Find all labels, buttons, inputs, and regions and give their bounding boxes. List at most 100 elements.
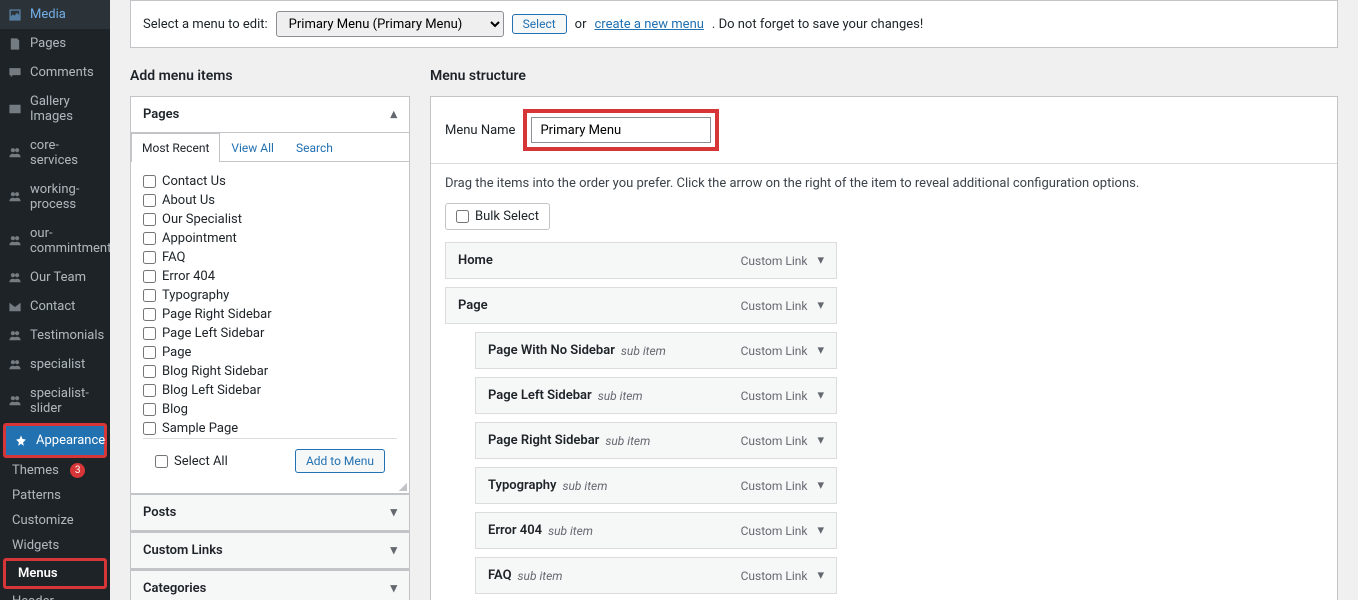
sidebar-item-media[interactable]: Media	[0, 0, 110, 29]
page-checkbox-row[interactable]: Sample Page	[143, 419, 397, 438]
page-checkbox[interactable]	[143, 251, 156, 264]
page-checkbox[interactable]	[143, 289, 156, 302]
sidebar-sub-label: Patterns	[12, 488, 61, 503]
menu-item[interactable]: PageCustom Link▾	[445, 287, 837, 324]
page-checkbox[interactable]	[143, 194, 156, 207]
page-checkbox-row[interactable]: Page Left Sidebar	[143, 324, 397, 343]
menu-item[interactable]: Typographysub itemCustom Link▾	[475, 467, 837, 504]
chevron-down-icon[interactable]: ▾	[817, 253, 824, 268]
structure-note: Drag the items into the order you prefer…	[431, 164, 1337, 203]
sub-item-label: sub item	[518, 569, 563, 583]
pages-panel-header[interactable]: Pages▴	[131, 97, 409, 133]
menu-item-type: Custom Link	[741, 524, 808, 538]
posts-panel-header[interactable]: Posts▾	[131, 495, 409, 531]
users-icon	[8, 358, 22, 372]
bulk-select[interactable]: Bulk Select	[445, 203, 550, 230]
sidebar-item-comments[interactable]: Comments	[0, 58, 110, 87]
chevron-down-icon[interactable]: ▾	[817, 298, 824, 313]
chevron-down-icon[interactable]: ▾	[817, 388, 824, 403]
tab-viewall[interactable]: View All	[220, 133, 285, 162]
sidebar-label: Testimonials	[30, 328, 104, 343]
page-checkbox[interactable]	[143, 403, 156, 416]
panel-title: Custom Links	[143, 543, 223, 558]
sidebar-sub-label: Themes	[12, 463, 59, 478]
select-all-row[interactable]: Select All	[155, 452, 228, 471]
structure-heading: Menu structure	[430, 68, 1338, 84]
page-checkbox-row[interactable]: About Us	[143, 191, 397, 210]
menu-item[interactable]: Error 404sub itemCustom Link▾	[475, 512, 837, 549]
page-checkbox-row[interactable]: Blog Left Sidebar	[143, 381, 397, 400]
menu-item[interactable]: FAQsub itemCustom Link▾	[475, 557, 837, 594]
create-menu-link[interactable]: create a new menu	[594, 17, 703, 32]
tab-recent[interactable]: Most Recent	[131, 133, 220, 162]
users-icon	[8, 146, 22, 160]
page-label: Page Left Sidebar	[162, 326, 264, 341]
page-label: Error 404	[162, 269, 215, 284]
custom-links-header[interactable]: Custom Links▾	[131, 533, 409, 569]
select-all-checkbox[interactable]	[155, 455, 168, 468]
sidebar-item-pages[interactable]: Pages	[0, 29, 110, 58]
page-checkbox-row[interactable]: Contact Us	[143, 172, 397, 191]
select-button[interactable]: Select	[512, 14, 567, 34]
chevron-down-icon[interactable]: ▾	[817, 343, 824, 358]
tab-search[interactable]: Search	[285, 133, 344, 162]
page-checkbox[interactable]	[143, 175, 156, 188]
sidebar-sub-label: Widgets	[12, 538, 59, 553]
sidebar-item-team[interactable]: Our Team	[0, 263, 110, 292]
sidebar-item-testimonials[interactable]: Testimonials	[0, 321, 110, 350]
panel-title: Categories	[143, 581, 206, 596]
chevron-up-icon: ▴	[390, 107, 397, 122]
menu-item[interactable]: Page Left Sidebarsub itemCustom Link▾	[475, 377, 837, 414]
bulk-checkbox[interactable]	[456, 210, 469, 223]
page-checkbox[interactable]	[143, 232, 156, 245]
page-checkbox-row[interactable]: FAQ	[143, 248, 397, 267]
sidebar-item-specialist-slider[interactable]: specialist-slider	[0, 379, 110, 423]
page-checkbox[interactable]	[143, 308, 156, 321]
add-to-menu-button[interactable]: Add to Menu	[295, 449, 385, 473]
page-checkbox[interactable]	[143, 422, 156, 435]
sidebar-item-commitment[interactable]: our-commintment	[0, 219, 110, 263]
page-checkbox[interactable]	[143, 327, 156, 340]
page-checkbox[interactable]	[143, 270, 156, 283]
sidebar-item-gallery[interactable]: Gallery Images	[0, 87, 110, 131]
sidebar-item-core-services[interactable]: core-services	[0, 131, 110, 175]
sidebar-sub-widgets[interactable]: Widgets	[0, 533, 110, 558]
page-label: About Us	[162, 193, 215, 208]
users-icon	[8, 271, 22, 285]
menu-item[interactable]: HomeCustom Link▾	[445, 242, 837, 279]
categories-header[interactable]: Categories▾	[131, 571, 409, 600]
page-checkbox-row[interactable]: Appointment	[143, 229, 397, 248]
page-checkbox-row[interactable]: Page	[143, 343, 397, 362]
page-checkbox-row[interactable]: Our Specialist	[143, 210, 397, 229]
sidebar-item-working-process[interactable]: working-process	[0, 175, 110, 219]
sidebar-sub-themes[interactable]: Themes3	[0, 458, 110, 483]
page-checkbox[interactable]	[143, 384, 156, 397]
page-label: Page Right Sidebar	[162, 307, 272, 322]
sidebar-sub-menus[interactable]: Menus	[6, 561, 104, 586]
page-checkbox[interactable]	[143, 365, 156, 378]
menu-select[interactable]: Primary Menu (Primary Menu)	[276, 11, 504, 37]
menu-name-input[interactable]	[531, 117, 711, 143]
sub-item-label: sub item	[548, 524, 593, 538]
sidebar-item-specialist[interactable]: specialist	[0, 350, 110, 379]
menu-item[interactable]: Page With No Sidebarsub itemCustom Link▾	[475, 332, 837, 369]
chevron-down-icon[interactable]: ▾	[817, 568, 824, 583]
page-checkbox[interactable]	[143, 346, 156, 359]
chevron-down-icon[interactable]: ▾	[817, 478, 824, 493]
page-checkbox-row[interactable]: Page Right Sidebar	[143, 305, 397, 324]
page-checkbox-row[interactable]: Blog Right Sidebar	[143, 362, 397, 381]
sidebar-sub-customize[interactable]: Customize	[0, 508, 110, 533]
sidebar-sub-header[interactable]: Header	[0, 589, 110, 600]
sidebar-item-contact[interactable]: Contact	[0, 292, 110, 321]
page-checkbox-row[interactable]: Typography	[143, 286, 397, 305]
sidebar-sub-patterns[interactable]: Patterns	[0, 483, 110, 508]
menu-item[interactable]: Page Right Sidebarsub itemCustom Link▾	[475, 422, 837, 459]
chevron-down-icon[interactable]: ▾	[817, 523, 824, 538]
page-checkbox-row[interactable]: Error 404	[143, 267, 397, 286]
page-checkbox-row[interactable]: Blog	[143, 400, 397, 419]
sidebar-item-appearance[interactable]: Appearance	[6, 426, 104, 455]
chevron-down-icon[interactable]: ▾	[817, 433, 824, 448]
sidebar-label: Contact	[30, 299, 75, 314]
page-checkbox[interactable]	[143, 213, 156, 226]
users-icon	[8, 234, 22, 248]
